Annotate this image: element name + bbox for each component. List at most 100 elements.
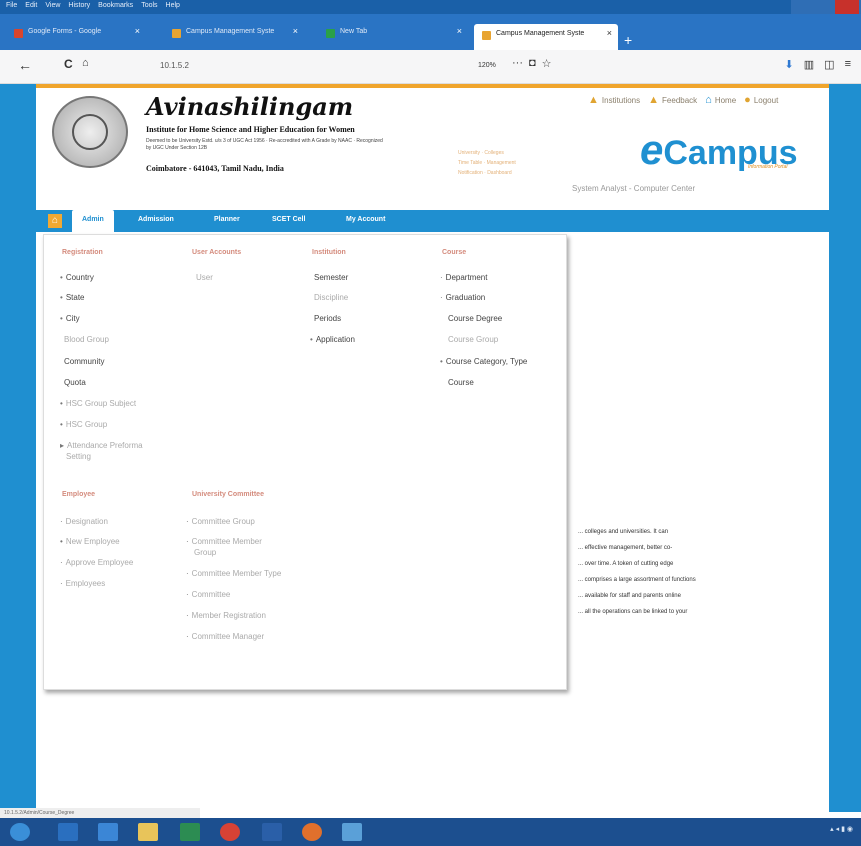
menu-bookmarks[interactable]: Bookmarks (98, 2, 133, 12)
menu-quota[interactable]: Quota (64, 378, 86, 387)
info-link[interactable]: Notification (458, 170, 483, 176)
menu-discipline[interactable]: Discipline (314, 293, 348, 302)
nav-admission[interactable]: Admission (138, 216, 174, 223)
excel-icon[interactable] (180, 823, 200, 841)
menu-course-category-type[interactable]: • Course Category, Type (440, 357, 527, 366)
bookmark-star-icon[interactable]: ☆ (542, 57, 552, 70)
menu-employees[interactable]: · Employees (60, 579, 105, 588)
menu-label: User (196, 273, 213, 282)
home-link[interactable]: ⌂ Home (705, 94, 736, 106)
info-link[interactable]: Colleges (484, 150, 503, 156)
tab-campus-1[interactable]: Campus Management Syste × (164, 22, 304, 44)
menu-label: Department (445, 273, 488, 282)
menu-history[interactable]: History (68, 2, 90, 12)
menu-state[interactable]: • State (60, 293, 85, 302)
bullet-icon: · (440, 273, 443, 282)
bullet-icon: · (186, 537, 189, 546)
hamburger-menu-icon[interactable]: ≡ (845, 58, 851, 71)
paint-icon[interactable] (342, 823, 362, 841)
welcome-line: ... all the operations can be linked to … (578, 609, 688, 615)
zoom-level[interactable]: 120% (478, 62, 496, 69)
info-link[interactable]: Time Table (458, 160, 482, 166)
ie-icon[interactable] (58, 823, 78, 841)
favicon-icon (14, 29, 23, 38)
pocket-icon[interactable]: ◘ (529, 57, 536, 70)
menu-edit[interactable]: Edit (25, 2, 37, 12)
tab-google-forms[interactable]: Google Forms - Google × (6, 22, 146, 44)
toolbar-icons: ⬇ ▥ ◫ ≡ (785, 58, 851, 71)
menu-committee-member-group[interactable]: · Committee Member (186, 537, 262, 546)
welcome-line: ... comprises a large assortment of func… (578, 577, 696, 583)
menu-label: State (65, 293, 85, 302)
logout-link[interactable]: ● Logout (744, 94, 778, 106)
menu-committee[interactable]: · Committee (186, 590, 230, 599)
tab-new[interactable]: New Tab × (318, 22, 468, 44)
nav-my-account[interactable]: My Account (346, 216, 385, 223)
menu-blood-group[interactable]: Blood Group (64, 335, 109, 344)
menu-new-employee[interactable]: • New Employee (60, 537, 120, 546)
menu-semester[interactable]: Semester (314, 273, 348, 282)
nav-home-icon[interactable]: ⌂ (48, 214, 62, 228)
menu-city[interactable]: • City (60, 314, 80, 323)
menu-country[interactable]: • Country (60, 273, 94, 282)
menu-file[interactable]: File (6, 2, 17, 12)
menu-help[interactable]: Help (166, 2, 180, 12)
menu-user[interactable]: User (196, 273, 213, 282)
bullet-icon: · (60, 558, 63, 567)
nav-planner[interactable]: Planner (214, 216, 240, 223)
tab-close-icon[interactable]: × (457, 26, 462, 36)
menu-committee-member-type[interactable]: · Committee Member Type (186, 569, 281, 578)
info-link[interactable]: University (458, 150, 480, 156)
tab-close-icon[interactable]: × (607, 28, 612, 38)
media-icon[interactable] (98, 823, 118, 841)
new-tab-button[interactable]: + (624, 32, 632, 48)
word-icon[interactable] (262, 823, 282, 841)
tab-close-icon[interactable]: × (135, 26, 140, 36)
menu-label: Periods (314, 314, 342, 323)
menu-periods[interactable]: Periods (314, 314, 341, 323)
library-icon[interactable]: ▥ (804, 58, 814, 71)
back-icon[interactable]: ← (18, 57, 32, 73)
menu-tools[interactable]: Tools (141, 2, 157, 12)
folder-icon[interactable] (138, 823, 158, 841)
firefox-icon[interactable] (302, 823, 322, 841)
menu-department[interactable]: · Department (440, 273, 487, 282)
home-icon[interactable]: ⌂ (82, 57, 89, 69)
menu-approve-employee[interactable]: · Approve Employee (60, 558, 133, 567)
menu-committee-manager[interactable]: · Committee Manager (186, 632, 264, 641)
menu-member-registration[interactable]: · Member Registration (186, 611, 266, 620)
tab-close-icon[interactable]: × (293, 26, 298, 36)
window-close-button[interactable] (835, 0, 859, 14)
menu-course-degree[interactable]: Course Degree (448, 314, 502, 323)
menu-course[interactable]: Course (448, 378, 474, 387)
more-icon[interactable]: ··· (512, 57, 523, 70)
user-accounts-heading: User Accounts (192, 249, 242, 256)
menu-course-group[interactable]: Course Group (448, 335, 498, 344)
menu-committee-group[interactable]: · Committee Group (186, 517, 255, 526)
url-bar[interactable]: 10.1.5.2 (160, 61, 189, 70)
menu-designation[interactable]: · Designation (60, 517, 108, 526)
menu-application[interactable]: • Application (310, 335, 355, 344)
menu-attendance-preforma[interactable]: ▸ Attendance Preforma (60, 441, 143, 450)
menu-hsc-group-subject[interactable]: • HSC Group Subject (60, 399, 136, 408)
menu-label: Employees (65, 579, 106, 588)
reload-icon[interactable]: C (64, 57, 73, 71)
menu-committee-member-group-2[interactable]: Group (194, 548, 216, 557)
system-tray-icon[interactable]: ▴ ◂ ▮ ◉ (830, 825, 853, 833)
sidebar-icon[interactable]: ◫ (824, 58, 834, 71)
nav-admin[interactable]: Admin (72, 210, 114, 234)
menu-graduation[interactable]: · Graduation (440, 293, 485, 302)
menu-hsc-group[interactable]: • HSC Group (60, 420, 107, 429)
institutions-link[interactable]: ▲ Institutions (588, 94, 640, 106)
menu-community[interactable]: Community (64, 357, 104, 366)
download-icon[interactable]: ⬇ (785, 58, 794, 71)
feedback-link[interactable]: ▲ Feedback (648, 94, 697, 106)
menu-attendance-setting[interactable]: Setting (66, 452, 91, 461)
tab-campus-active[interactable]: Campus Management Syste × (474, 24, 618, 50)
nav-scet-cell[interactable]: SCET Cell (272, 216, 305, 223)
menu-view[interactable]: View (45, 2, 60, 12)
info-link[interactable]: Management (487, 160, 516, 166)
chrome-icon[interactable] (220, 823, 240, 841)
info-link[interactable]: Dashboard (487, 170, 511, 176)
start-button-icon[interactable] (10, 823, 30, 841)
